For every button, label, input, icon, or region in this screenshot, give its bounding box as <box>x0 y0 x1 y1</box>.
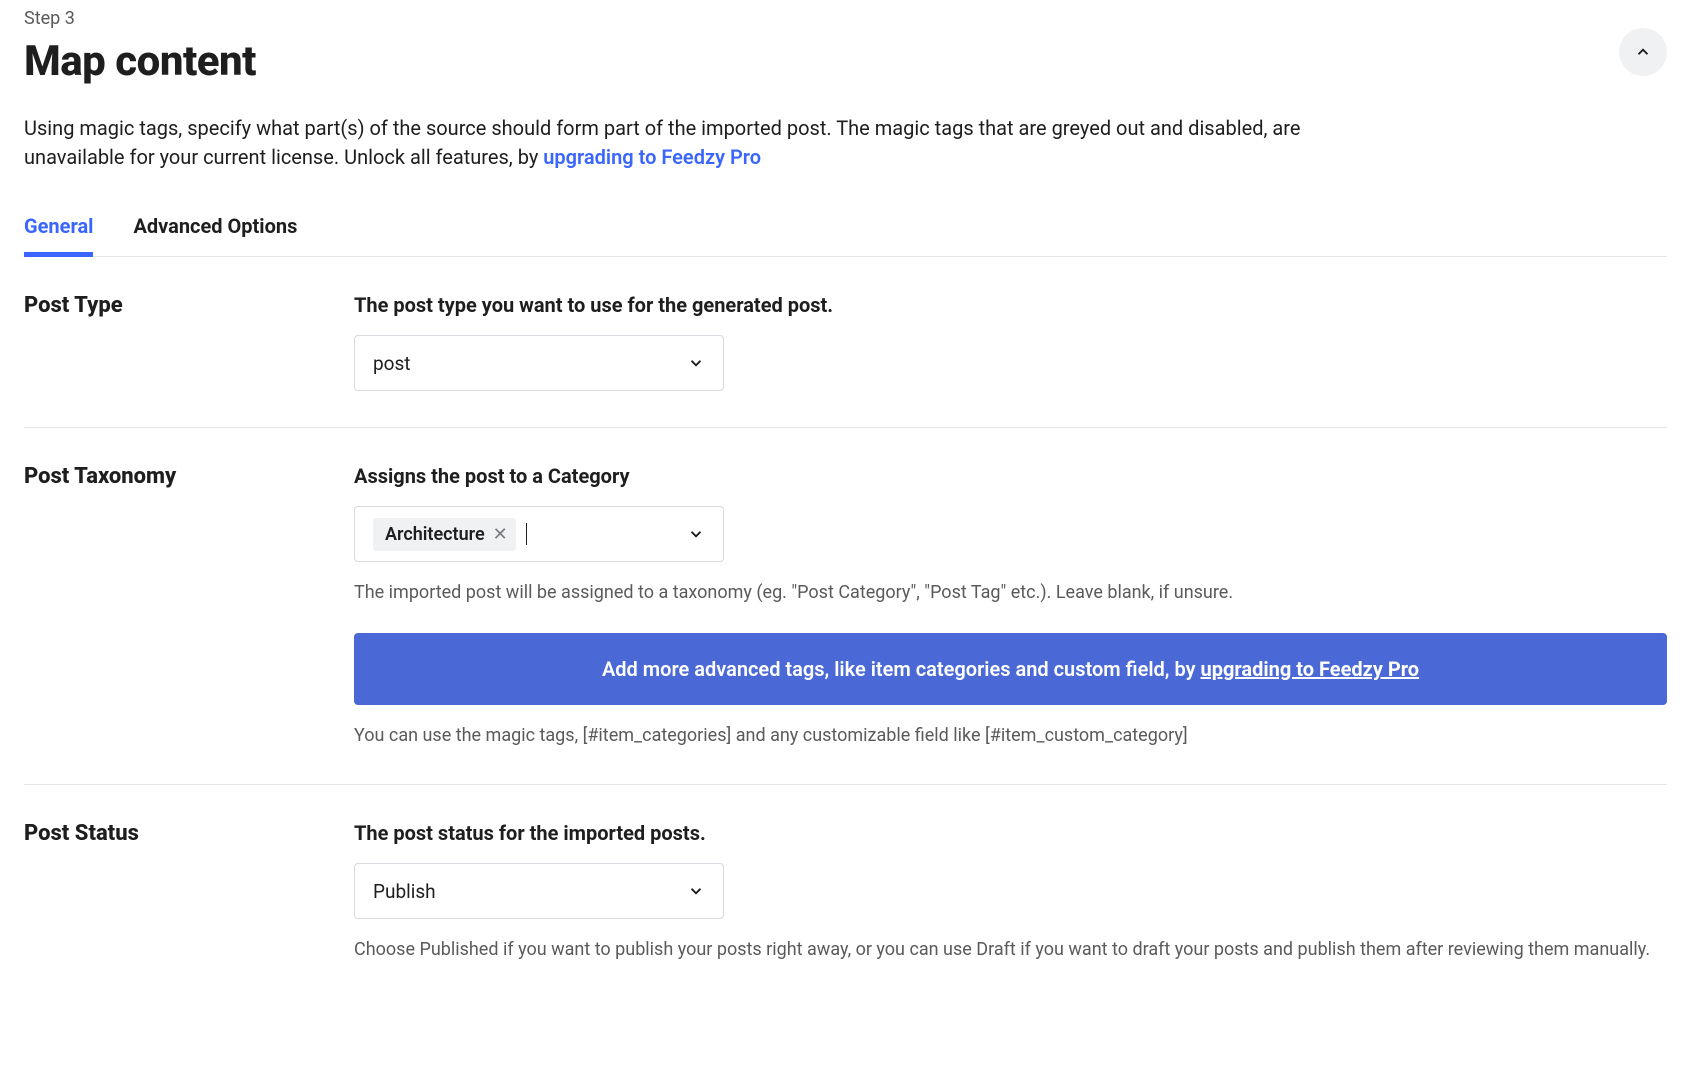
tab-general[interactable]: General <box>24 206 93 256</box>
post-type-select[interactable]: post <box>354 335 724 391</box>
step-label: Step 3 <box>24 8 256 29</box>
collapse-button[interactable] <box>1619 28 1667 76</box>
upgrade-banner: Add more advanced tags, like item catego… <box>354 633 1667 705</box>
taxonomy-help-2: You can use the magic tags, [#item_categ… <box>354 723 1667 748</box>
post-status-help: Choose Published if you want to publish … <box>354 937 1667 962</box>
upgrade-link[interactable]: upgrading to Feedzy Pro <box>543 145 761 169</box>
page-title: Map content <box>24 37 256 86</box>
tab-advanced[interactable]: Advanced Options <box>133 206 297 256</box>
text-cursor <box>526 523 527 545</box>
post-taxonomy-label: Assigns the post to a Category <box>354 464 1667 488</box>
banner-upgrade-link[interactable]: upgrading to Feedzy Pro <box>1201 657 1420 681</box>
section-post-status: Post Status The post status for the impo… <box>24 785 1667 998</box>
taxonomy-help-1: The imported post will be assigned to a … <box>354 580 1667 605</box>
section-post-type: Post Type The post type you want to use … <box>24 257 1667 428</box>
chevron-down-icon <box>687 525 705 543</box>
post-taxonomy-select[interactable]: Architecture ✕ <box>354 506 724 562</box>
post-type-heading: Post Type <box>24 293 354 318</box>
intro-paragraph: Using magic tags, specify what part(s) o… <box>24 114 1344 172</box>
chevron-up-icon <box>1634 43 1652 61</box>
post-type-label: The post type you want to use for the ge… <box>354 293 1667 317</box>
post-taxonomy-heading: Post Taxonomy <box>24 464 354 489</box>
section-post-taxonomy: Post Taxonomy Assigns the post to a Cate… <box>24 428 1667 785</box>
tabs: General Advanced Options <box>24 206 1667 257</box>
post-status-value: Publish <box>373 880 436 903</box>
post-type-value: post <box>373 352 411 375</box>
chevron-down-icon <box>687 882 705 900</box>
remove-tag-button[interactable]: ✕ <box>493 524 508 545</box>
chevron-down-icon <box>687 354 705 372</box>
post-status-select[interactable]: Publish <box>354 863 724 919</box>
post-status-label: The post status for the imported posts. <box>354 821 1667 845</box>
post-status-heading: Post Status <box>24 821 354 846</box>
taxonomy-tag: Architecture ✕ <box>373 518 516 551</box>
banner-text: Add more advanced tags, like item catego… <box>602 657 1201 681</box>
taxonomy-tag-label: Architecture <box>385 524 485 545</box>
